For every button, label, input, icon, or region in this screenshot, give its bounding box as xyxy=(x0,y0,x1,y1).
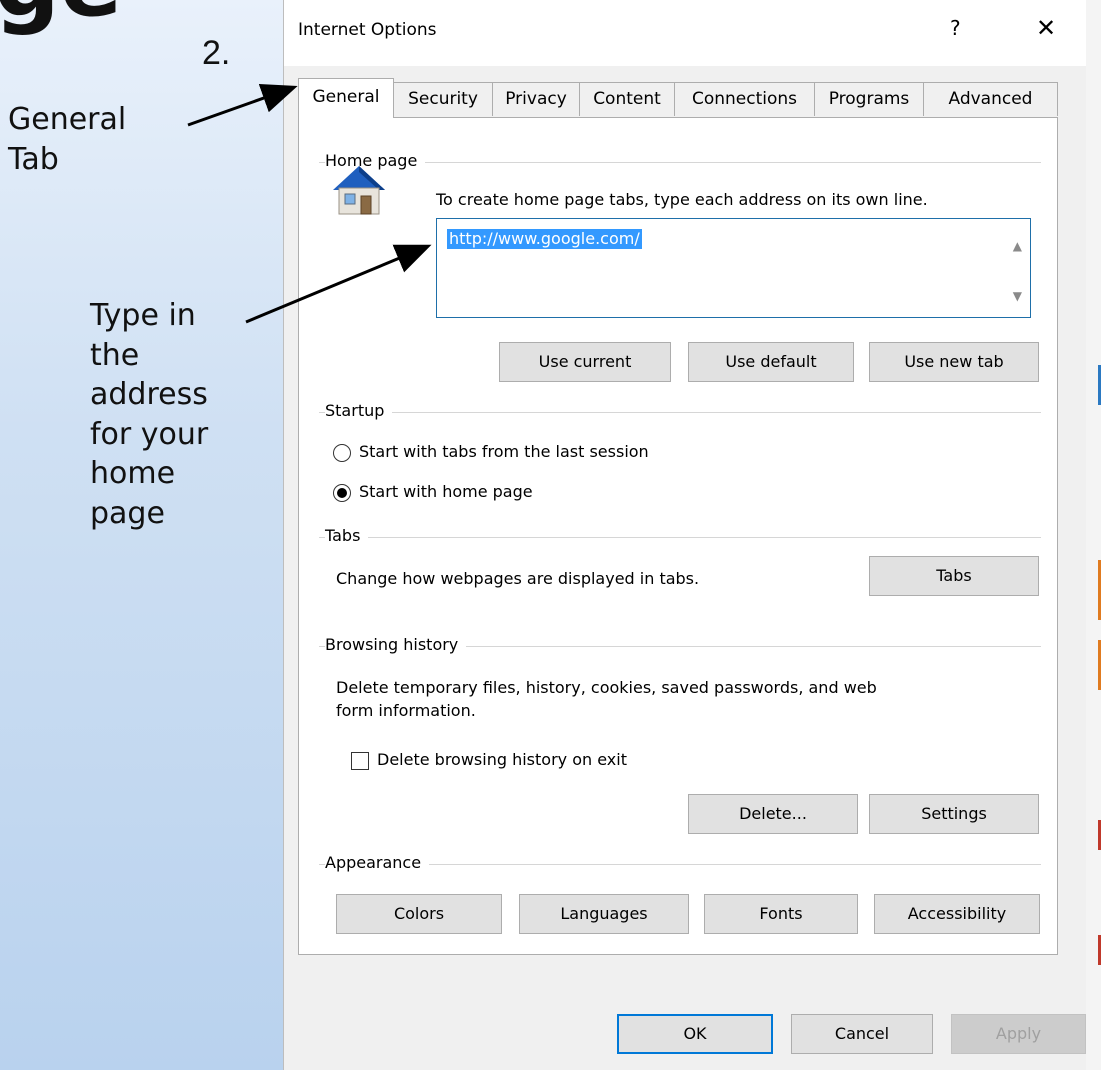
cancel-button[interactable]: Cancel xyxy=(791,1014,933,1054)
scroll-up-icon[interactable]: ▲ xyxy=(1013,239,1022,253)
apply-button[interactable]: Apply xyxy=(951,1014,1086,1054)
startup-group-label: Startup xyxy=(325,401,393,420)
dialog-title: Internet Options xyxy=(298,20,437,40)
general-tab-panel: Home page To create home page tabs, type… xyxy=(298,117,1058,955)
delete-history-on-exit-checkbox[interactable] xyxy=(351,752,369,770)
callout-line: General xyxy=(8,102,127,137)
tab-security[interactable]: Security xyxy=(393,82,493,116)
languages-button[interactable]: Languages xyxy=(519,894,689,934)
background-window-edge xyxy=(1085,0,1101,1070)
home-page-url-text[interactable]: http://www.google.com/ xyxy=(447,229,642,249)
callout-line: page xyxy=(90,495,165,531)
startup-home-page-label[interactable]: Start with home page xyxy=(359,482,533,501)
tab-general[interactable]: General xyxy=(298,78,394,118)
use-current-button[interactable]: Use current xyxy=(499,342,671,382)
internet-options-dialog: Internet Options ? ✕ General Security Pr… xyxy=(283,0,1086,1070)
fonts-button[interactable]: Fonts xyxy=(704,894,858,934)
group-divider xyxy=(319,537,1041,538)
accessibility-button[interactable]: Accessibility xyxy=(874,894,1040,934)
radio-selected-dot xyxy=(337,488,347,498)
tabs-group-label: Tabs xyxy=(325,526,369,545)
scroll-down-icon[interactable]: ▼ xyxy=(1013,289,1022,303)
startup-last-session-radio[interactable] xyxy=(333,444,351,462)
callout-line: Type in xyxy=(90,298,196,333)
callout-line: Tab xyxy=(8,141,59,177)
callout-line: for your xyxy=(90,416,209,452)
settings-button[interactable]: Settings xyxy=(869,794,1039,834)
startup-last-session-label[interactable]: Start with tabs from the last session xyxy=(359,442,649,461)
callout-line: address xyxy=(90,377,208,413)
tab-programs[interactable]: Programs xyxy=(814,82,924,116)
step-number: 2. xyxy=(202,34,231,72)
delete-history-on-exit-label[interactable]: Delete browsing history on exit xyxy=(377,750,627,769)
tabs-description: Change how webpages are displayed in tab… xyxy=(336,569,700,588)
tab-advanced[interactable]: Advanced xyxy=(923,82,1058,116)
help-button[interactable]: ? xyxy=(950,16,961,40)
tab-connections[interactable]: Connections xyxy=(674,82,815,116)
slide-title-fragment: ge xyxy=(0,0,122,30)
group-divider xyxy=(319,162,1041,163)
colors-button[interactable]: Colors xyxy=(336,894,502,934)
home-page-instruction: To create home page tabs, type each addr… xyxy=(436,190,928,209)
home-page-icon xyxy=(329,162,389,222)
browsing-history-group-label: Browsing history xyxy=(325,635,467,654)
appearance-group-label: Appearance xyxy=(325,853,430,872)
callout-general-tab: General Tab xyxy=(8,100,126,179)
use-default-button[interactable]: Use default xyxy=(688,342,854,382)
callout-line: home xyxy=(90,456,176,492)
startup-home-page-radio[interactable] xyxy=(333,484,351,502)
ok-button[interactable]: OK xyxy=(617,1014,773,1054)
use-new-tab-button[interactable]: Use new tab xyxy=(869,342,1039,382)
delete-button[interactable]: Delete... xyxy=(688,794,858,834)
tabs-button[interactable]: Tabs xyxy=(869,556,1039,596)
browsing-history-description-line1: Delete temporary files, history, cookies… xyxy=(336,678,877,697)
callout-type-address: Type in the address for your home page xyxy=(90,296,208,534)
home-page-url-input[interactable]: http://www.google.com/ ▲ ▼ xyxy=(436,218,1031,318)
close-button[interactable]: ✕ xyxy=(1036,14,1056,42)
title-bar: Internet Options ? ✕ xyxy=(284,0,1086,66)
tab-content[interactable]: Content xyxy=(579,82,675,116)
browsing-history-description-line2: form information. xyxy=(336,701,476,720)
callout-line: the xyxy=(90,337,140,373)
tab-privacy[interactable]: Privacy xyxy=(492,82,580,116)
group-divider xyxy=(319,412,1041,413)
